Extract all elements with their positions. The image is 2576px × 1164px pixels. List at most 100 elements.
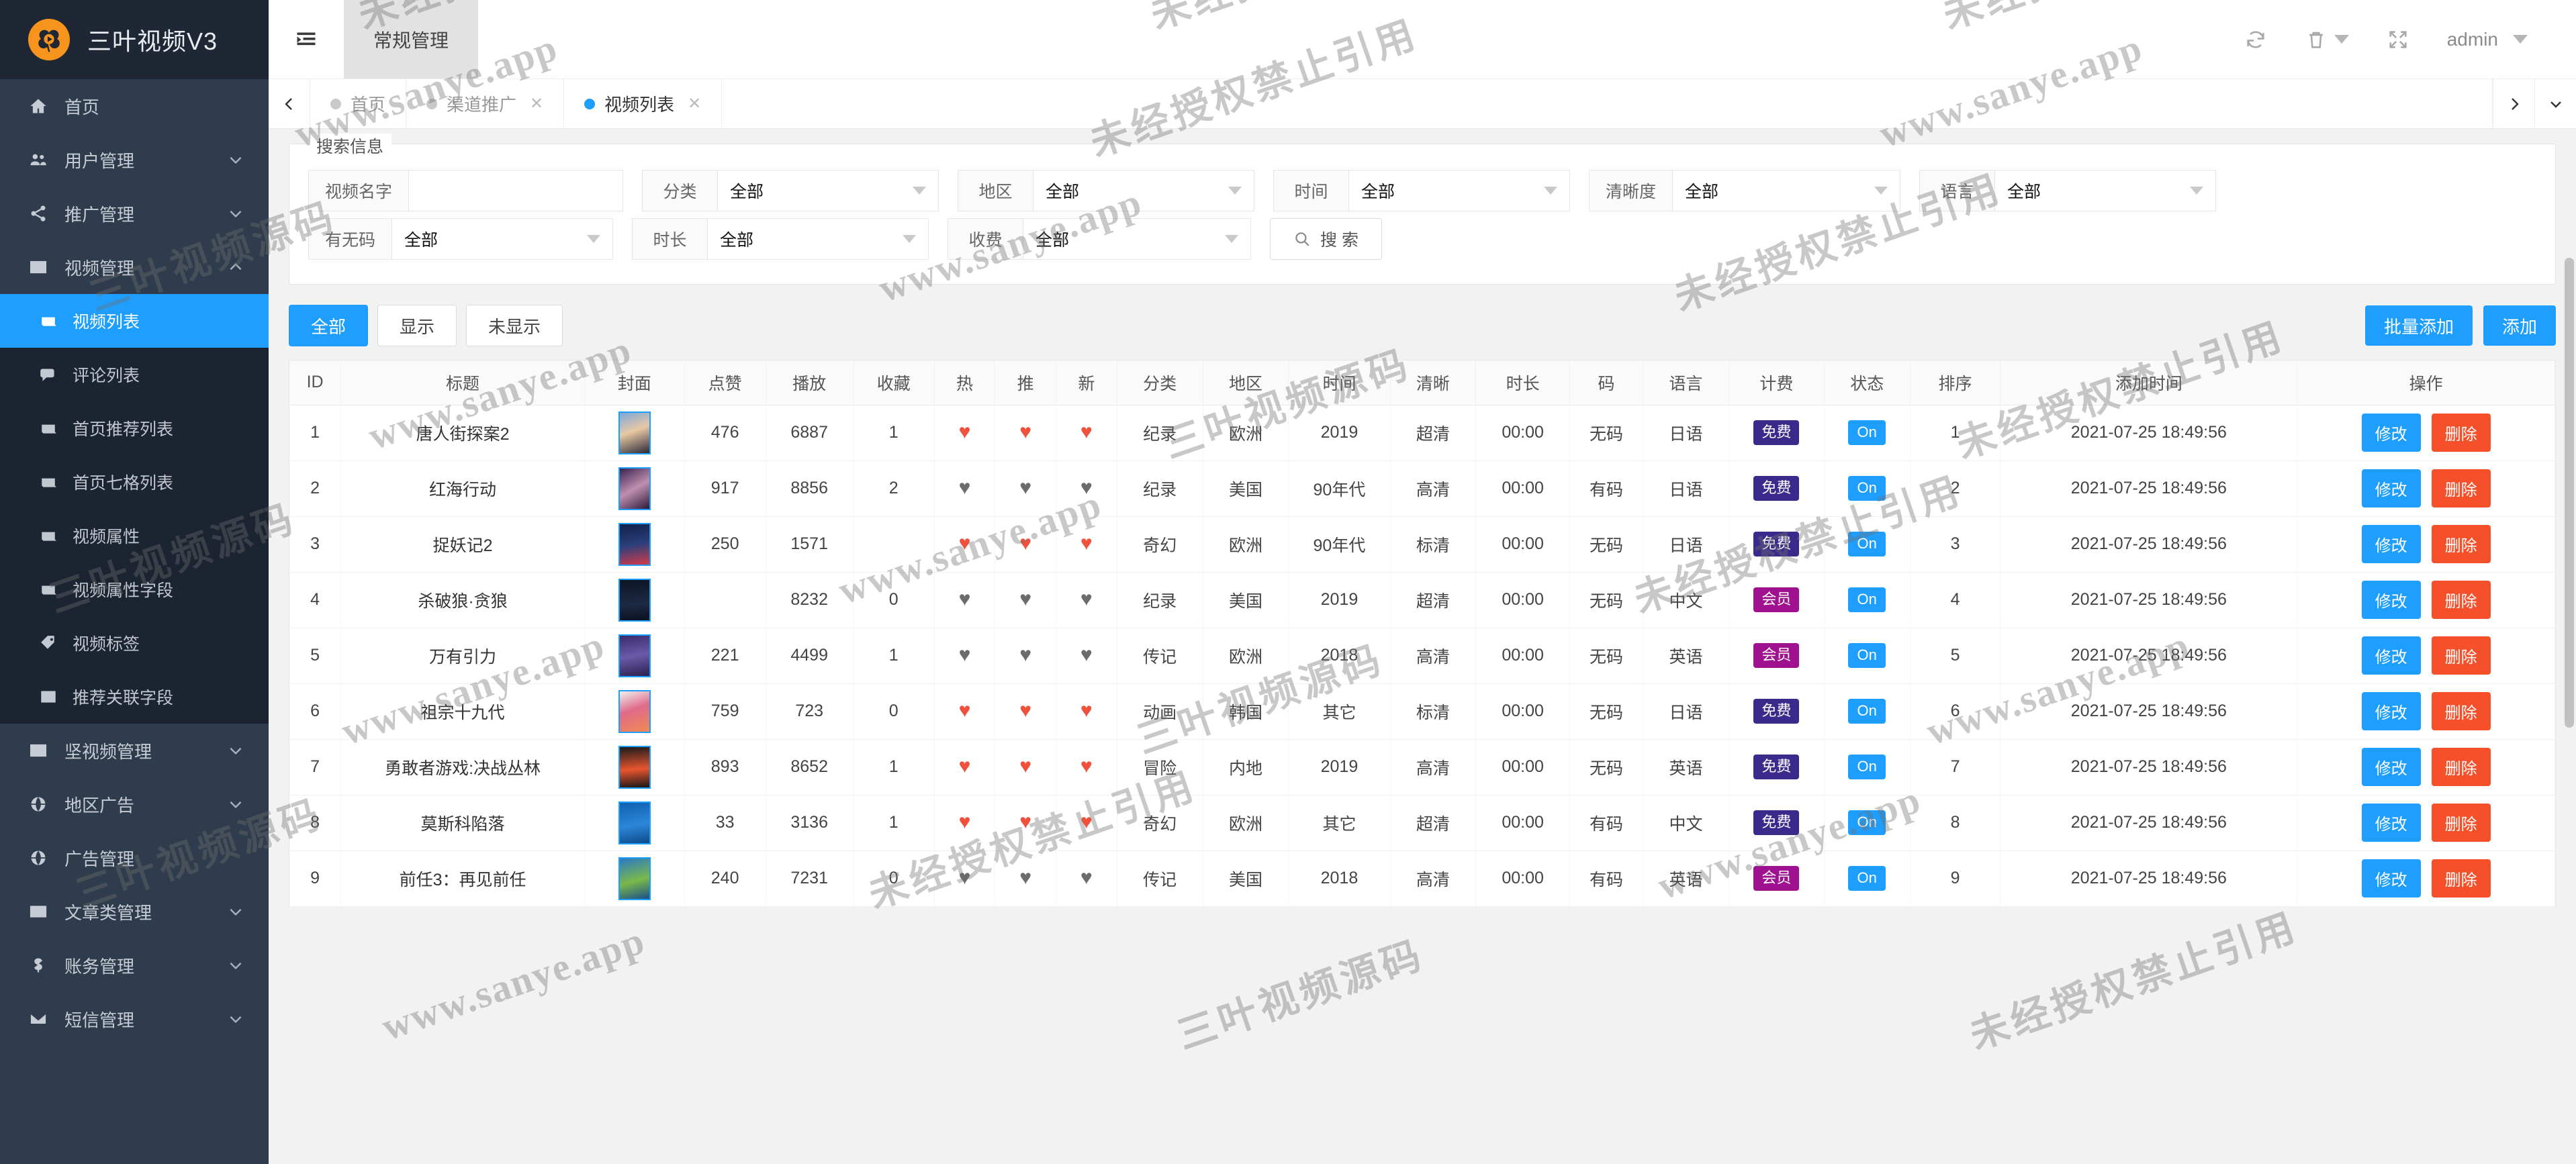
sidebar-item-video-attribute-fields[interactable]: 视频属性字段 — [0, 563, 269, 616]
fullscreen-icon[interactable] — [2368, 28, 2428, 51]
cover-thumbnail[interactable] — [618, 411, 651, 454]
edit-button[interactable]: 修改 — [2361, 804, 2421, 842]
heart-icon[interactable]: ♥ — [1019, 477, 1031, 499]
delete-button[interactable]: 删除 — [2431, 469, 2491, 507]
th-id[interactable]: ID — [289, 360, 342, 405]
fee-badge[interactable]: 免费 — [1753, 755, 1800, 779]
vertical-scrollbar[interactable] — [2563, 258, 2576, 1164]
delete-button[interactable]: 删除 — [2431, 581, 2491, 619]
refresh-icon[interactable] — [2225, 28, 2286, 51]
delete-button[interactable]: 删除 — [2431, 859, 2491, 898]
select-area[interactable]: 全部 — [1033, 170, 1255, 211]
edit-button[interactable]: 修改 — [2361, 748, 2421, 786]
tab-channel-promotion[interactable]: 渠道推广 ✕ — [406, 79, 565, 128]
table-row[interactable]: 9 前任3：再见前任 240 7231 0 ♥ ♥ ♥ 传记 美国 2018 高清 00:00 有码 英语会… — [289, 851, 2555, 907]
sidebar-item-home-seven-grid-list[interactable]: 首页七格列表 — [0, 455, 269, 509]
edit-button[interactable]: 修改 — [2361, 414, 2421, 452]
th-code[interactable]: 码 — [1569, 360, 1644, 405]
heart-icon[interactable]: ♥ — [959, 477, 971, 499]
th-fee[interactable]: 计费 — [1729, 360, 1825, 405]
cover-thumbnail[interactable] — [618, 467, 651, 510]
sidebar-item-recommend-link-fields[interactable]: 推荐关联字段 — [0, 670, 269, 724]
table-row[interactable]: 5 万有引力 221 4499 1 ♥ ♥ ♥ 传记 欧洲 2018 高清 00:00 无码 英语 会员 On 5… — [289, 628, 2555, 684]
select-duration[interactable]: 全部 — [707, 218, 929, 260]
brand-header[interactable]: 三叶视频V3 — [0, 0, 269, 79]
sidebar-item-video-list[interactable]: 视频列表 — [0, 294, 269, 348]
edit-button[interactable]: 修改 — [2361, 581, 2421, 619]
status-badge[interactable]: On — [1848, 532, 1886, 556]
table-row[interactable]: 3 捉妖记2 250 1571 ♥ ♥ ♥ 奇幻 欧洲 90年代 标清 00:00 无码 日语 免费 On 3 2… — [289, 516, 2555, 573]
heart-icon[interactable]: ♥ — [959, 421, 971, 443]
heart-icon[interactable]: ♥ — [1080, 532, 1093, 554]
th-recommend[interactable]: 推 — [995, 360, 1056, 405]
select-clarity[interactable]: 全部 — [1672, 170, 1901, 211]
sidebar-item-user-management[interactable]: 用户管理 — [0, 133, 269, 187]
filter-hidden-button[interactable]: 未显示 — [466, 305, 563, 346]
chevron-right-icon[interactable] — [2493, 79, 2534, 128]
sidebar-item-video-attributes[interactable]: 视频属性 — [0, 509, 269, 563]
sidebar-item-ads-management[interactable]: 广告管理 — [0, 831, 269, 885]
select-fee[interactable]: 全部 — [1023, 218, 1252, 260]
fee-badge[interactable]: 会员 — [1753, 643, 1800, 668]
heart-icon[interactable]: ♥ — [1019, 421, 1031, 443]
sidebar-item-home-recommend-list[interactable]: 首页推荐列表 — [0, 401, 269, 455]
heart-icon[interactable]: ♥ — [1080, 811, 1093, 833]
th-new[interactable]: 新 — [1056, 360, 1117, 405]
status-badge[interactable]: On — [1848, 420, 1886, 445]
heart-icon[interactable]: ♥ — [959, 867, 971, 889]
cover-thumbnail[interactable] — [618, 578, 651, 622]
fee-badge[interactable]: 会员 — [1753, 866, 1800, 891]
heart-icon[interactable]: ♥ — [959, 699, 971, 722]
module-tab-general-management[interactable]: 常规管理 — [344, 0, 479, 79]
delete-button[interactable]: 删除 — [2431, 636, 2491, 675]
fee-badge[interactable]: 会员 — [1753, 587, 1800, 612]
heart-icon[interactable]: ♥ — [1019, 644, 1031, 666]
heart-icon[interactable]: ♥ — [1080, 421, 1093, 443]
heart-icon[interactable]: ♥ — [959, 588, 971, 610]
tab-video-list[interactable]: 视频列表 ✕ — [564, 79, 723, 128]
chevron-left-icon[interactable] — [269, 79, 310, 128]
user-menu[interactable]: admin — [2428, 29, 2546, 50]
th-sort[interactable]: 排序 — [1910, 360, 2001, 405]
fee-badge[interactable]: 免费 — [1753, 532, 1800, 556]
th-plays[interactable]: 播放 — [766, 360, 854, 405]
heart-icon[interactable]: ♥ — [1019, 532, 1031, 554]
heart-icon[interactable]: ♥ — [1019, 755, 1031, 777]
th-duration[interactable]: 时长 — [1475, 360, 1570, 405]
trash-dropdown[interactable] — [2286, 28, 2368, 51]
select-time[interactable]: 全部 — [1348, 170, 1571, 211]
heart-icon[interactable]: ♥ — [1080, 867, 1093, 889]
status-badge[interactable]: On — [1848, 866, 1886, 891]
sidebar-item-comment-list[interactable]: 评论列表 — [0, 348, 269, 401]
table-row[interactable]: 7 勇敢者游戏:决战丛林 893 8652 1 ♥ ♥ ♥ 冒险 内地 2019 高清 00:00 无码英… — [289, 739, 2555, 795]
cover-thumbnail[interactable] — [618, 857, 651, 900]
heart-icon[interactable]: ♥ — [1080, 477, 1093, 499]
th-cover[interactable]: 封面 — [584, 360, 685, 405]
cover-thumbnail[interactable] — [618, 634, 651, 677]
close-icon[interactable]: ✕ — [688, 94, 701, 113]
heart-icon[interactable]: ♥ — [1080, 755, 1093, 777]
sidebar-item-finance-management[interactable]: 账务管理 — [0, 938, 269, 992]
delete-button[interactable]: 删除 — [2431, 748, 2491, 786]
batch-add-button[interactable]: 批量添加 — [2364, 305, 2473, 346]
search-input-video-name[interactable] — [408, 170, 624, 211]
th-favorites[interactable]: 收藏 — [853, 360, 935, 405]
th-likes[interactable]: 点赞 — [684, 360, 766, 405]
fee-badge[interactable]: 免费 — [1753, 810, 1800, 835]
cover-thumbnail[interactable] — [618, 801, 651, 844]
delete-button[interactable]: 删除 — [2431, 804, 2491, 842]
th-time[interactable]: 时间 — [1288, 360, 1391, 405]
heart-icon[interactable]: ♥ — [1080, 644, 1093, 666]
sidebar-item-home[interactable]: 首页 — [0, 79, 269, 133]
edit-button[interactable]: 修改 — [2361, 859, 2421, 898]
sidebar-item-article-management[interactable]: 文章类管理 — [0, 885, 269, 938]
table-row[interactable]: 2 红海行动 917 8856 2 ♥ ♥ ♥ 纪录 美国 90年代 高清 00:00 有码 日语 免费 On 2… — [289, 460, 2555, 517]
th-language[interactable]: 语言 — [1643, 360, 1729, 405]
status-badge[interactable]: On — [1848, 476, 1886, 501]
edit-button[interactable]: 修改 — [2361, 525, 2421, 563]
fee-badge[interactable]: 免费 — [1753, 420, 1800, 445]
delete-button[interactable]: 删除 — [2431, 525, 2491, 563]
sidebar-item-regional-ads[interactable]: 地区广告 — [0, 777, 269, 831]
th-clarity[interactable]: 清晰 — [1390, 360, 1477, 405]
delete-button[interactable]: 删除 — [2431, 414, 2491, 452]
